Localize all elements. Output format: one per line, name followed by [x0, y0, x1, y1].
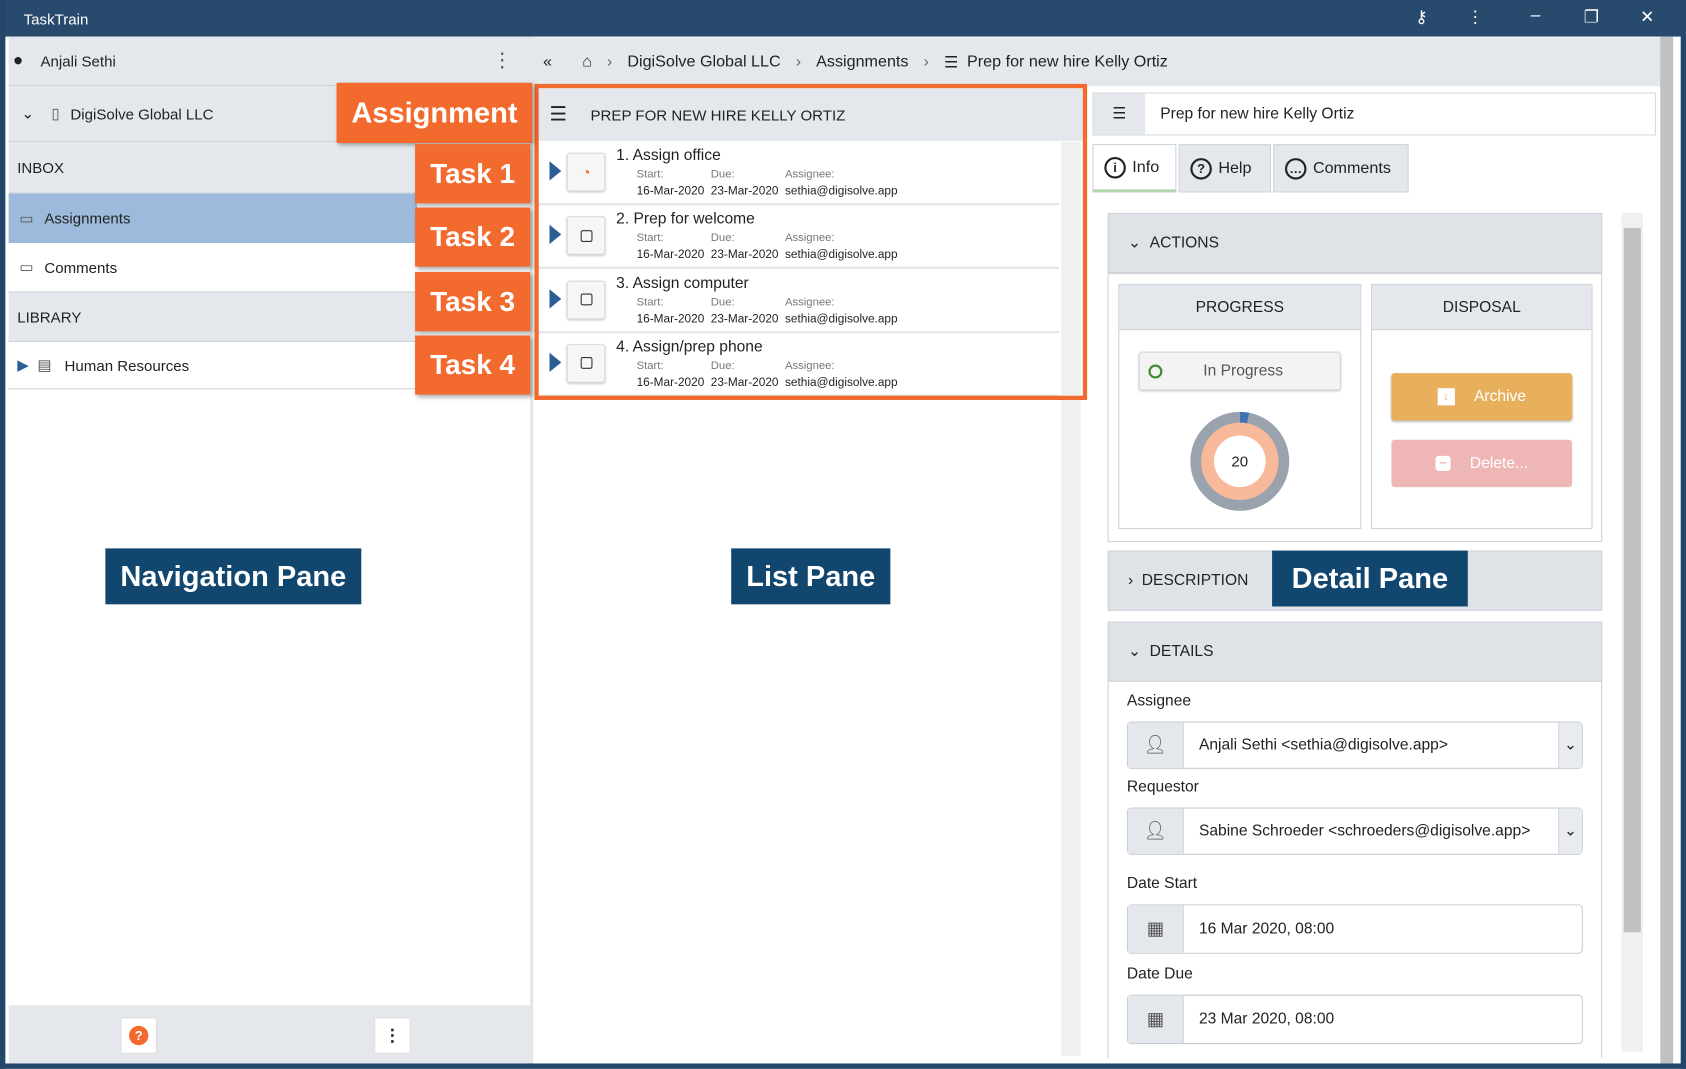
- app-window: TaskTrain ⚷ ⋮ – ❐ ✕ ● Anjali Sethi ⋮ ⌄ ▯…: [0, 0, 1686, 1069]
- task-annotation: Task 4: [415, 335, 531, 395]
- list-pane-annotation: List Pane: [731, 548, 891, 605]
- task-annotation: Task 3: [415, 271, 531, 331]
- task-annotation: Task 1: [415, 144, 531, 204]
- assignment-highlight: [534, 83, 1088, 401]
- detail-pane-annotation: Detail Pane: [1272, 550, 1468, 607]
- assignment-annotation: Assignment: [336, 82, 533, 144]
- navigation-pane-annotation: Navigation Pane: [105, 548, 362, 605]
- task-annotation: Task 2: [415, 207, 531, 267]
